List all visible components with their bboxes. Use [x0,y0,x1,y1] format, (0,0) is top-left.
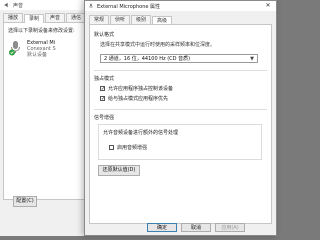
recording-panel: 选择以下录制设备来修改设置: External Mi Conexant S 默认… [3,22,89,200]
exclusive-control-option[interactable]: ✓ 允许应用程序独占控制该设备 [100,85,267,92]
sound-dialog-tabs: 播放 录制 声音 通信 [0,10,92,23]
device-info: External Mi Conexant S 默认设备 [27,40,56,58]
microphone-icon [9,41,20,56]
exclusive-control-checkbox[interactable]: ✓ [100,86,105,92]
exclusive-control-label: 允许应用程序独占控制该设备 [108,86,174,92]
format-select-value: 2 通道，16 位，44100 Hz (CD 音质) [104,56,191,62]
signal-enhancements-desc: 允许音频设备进行额外的信号处理 [103,130,179,136]
tab-playback[interactable]: 播放 [3,13,24,22]
tab-recording[interactable]: 录制 [24,14,45,23]
device-status: 默认设备 [27,52,48,58]
cancel-button[interactable]: 取消 [181,223,211,232]
audio-enhancements-checkbox[interactable] [109,145,114,150]
audio-enhancements-label: 启用音频增强 [117,145,148,151]
close-icon[interactable]: ✕ [264,2,272,10]
section-divider [94,109,267,110]
properties-titlebar[interactable]: External Microphone 属性 ✕ [85,1,276,11]
sound-dialog-titlebar[interactable]: 声音 [0,0,92,10]
ok-button[interactable]: 确定 [147,223,177,232]
format-select[interactable]: 2 通道，16 位，44100 Hz (CD 音质) ▼ [100,54,258,63]
tab-levels[interactable]: 级别 [131,15,152,24]
signal-enhancements-title: 信号增强 [94,115,115,121]
exclusive-mode-title: 独占模式 [94,76,115,82]
exclusive-priority-option[interactable]: ✓ 给与独占模式应用程序优先 [100,95,267,102]
advanced-panel: 默认格式 选择在共享模式中运行时使用的采样频率和位深度。 2 通道，16 位，4… [89,24,272,224]
device-list-item[interactable]: External Mi Conexant S 默认设备 [8,40,84,58]
configure-button[interactable]: 配置(C) [13,196,37,207]
chevron-down-icon: ▼ [250,55,254,62]
restore-defaults-button[interactable]: 还原默认值(D) [98,165,140,176]
apply-button[interactable]: 应用(A) [215,223,245,232]
exclusive-priority-label: 给与独占模式应用程序优先 [108,96,169,102]
speaker-icon [4,2,8,8]
audio-enhancements-option[interactable]: 启用音频增强 [109,144,257,151]
tab-listen[interactable]: 侦听 [110,15,131,24]
properties-tabs: 常规 侦听 级别 高级 [85,11,276,25]
signal-enhancements-box: 允许音频设备进行额外的信号处理 启用音频增强 [98,124,262,160]
sound-dialog: 声音 播放 录制 声音 通信 选择以下录制设备来修改设置: External M… [0,0,93,236]
properties-title: External Microphone 属性 [97,3,161,10]
exclusive-priority-checkbox[interactable]: ✓ [100,96,105,102]
microphone-properties-dialog: External Microphone 属性 ✕ 常规 侦听 级别 高级 默认格… [84,0,277,236]
tab-sounds[interactable]: 声音 [45,13,66,22]
tab-general[interactable]: 常规 [89,15,110,24]
default-format-desc: 选择在共享模式中运行时使用的采样频率和位深度。 [100,42,216,48]
section-divider [94,70,267,71]
dialog-buttons: 确定 取消 应用(A) [147,223,245,232]
microphone-small-icon [88,3,94,8]
default-format-title: 默认格式 [94,32,115,38]
sound-dialog-title: 声音 [13,2,24,9]
recording-hint: 选择以下录制设备来修改设置: [8,28,75,34]
